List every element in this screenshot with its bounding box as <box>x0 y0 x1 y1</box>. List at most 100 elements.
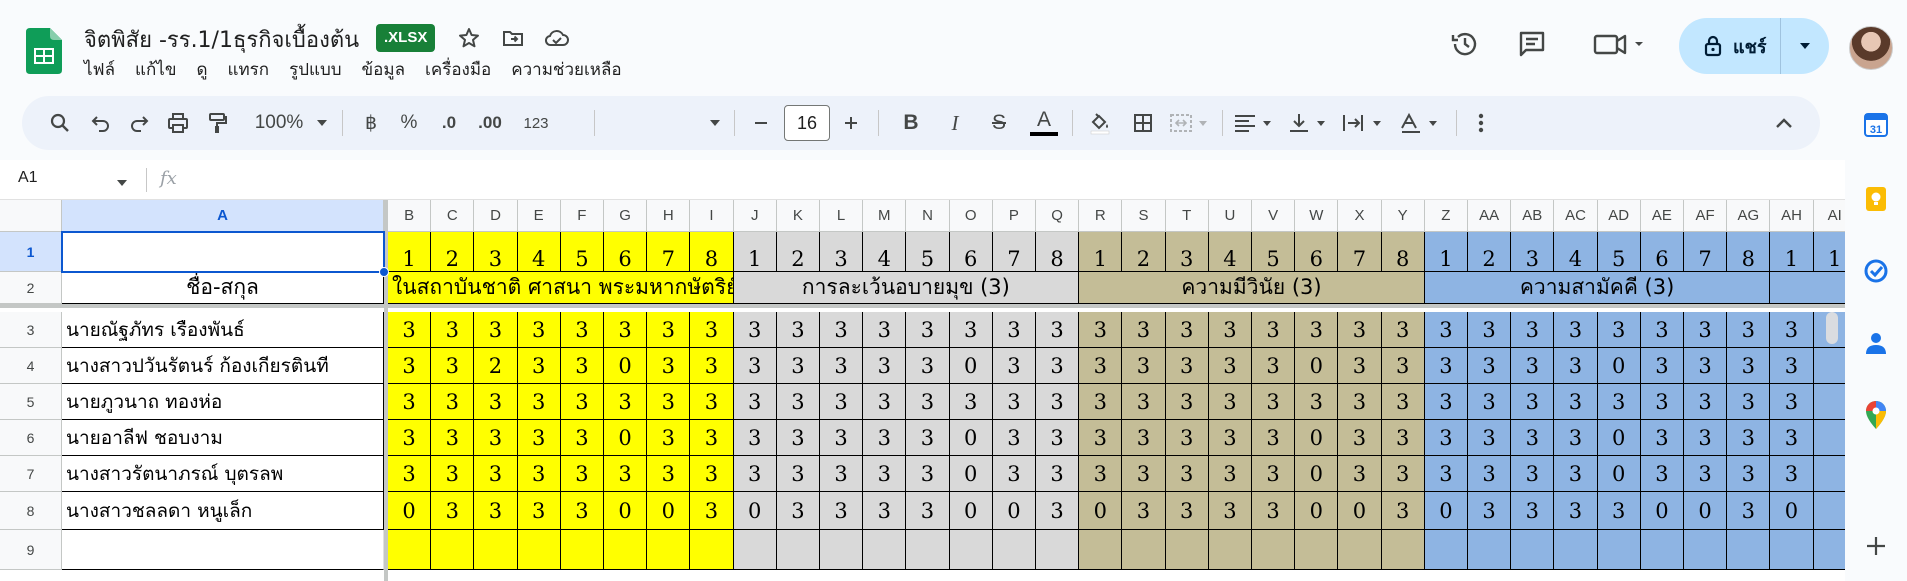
empty-cell[interactable] <box>474 530 518 570</box>
score-cell[interactable]: 3 <box>733 420 777 456</box>
score-cell[interactable]: 0 <box>647 492 691 530</box>
score-cell[interactable]: 3 <box>1640 348 1684 384</box>
number-cell[interactable]: 5 <box>1597 232 1641 272</box>
score-cell[interactable]: 3 <box>560 492 604 530</box>
number-cell[interactable]: 8 <box>1381 232 1425 272</box>
score-cell[interactable]: 3 <box>1122 492 1166 530</box>
score-cell[interactable]: 0 <box>1597 456 1641 492</box>
column-header[interactable]: Q <box>1036 200 1080 232</box>
score-cell[interactable]: 3 <box>1208 492 1252 530</box>
score-cell[interactable]: 3 <box>431 348 475 384</box>
score-cell[interactable]: 3 <box>1727 420 1771 456</box>
decrease-decimal-button[interactable]: .0 <box>432 96 466 150</box>
currency-format-button[interactable]: ฿ <box>354 96 388 150</box>
score-cell[interactable]: 3 <box>1424 384 1468 420</box>
score-cell[interactable]: 3 <box>1684 312 1728 348</box>
score-cell[interactable] <box>1813 456 1845 492</box>
cloud-saved-icon[interactable] <box>541 22 573 54</box>
score-cell[interactable]: 3 <box>1684 384 1728 420</box>
score-cell[interactable]: 3 <box>1511 348 1555 384</box>
number-cell[interactable]: 2 <box>431 232 475 272</box>
empty-cell[interactable] <box>1208 530 1252 570</box>
score-cell[interactable]: 3 <box>1511 492 1555 530</box>
score-cell[interactable]: 3 <box>776 384 820 420</box>
move-folder-icon[interactable] <box>497 22 529 54</box>
column-header[interactable]: U <box>1208 200 1252 232</box>
text-color-button[interactable]: A <box>1026 96 1062 150</box>
score-cell[interactable]: 3 <box>949 312 993 348</box>
score-cell[interactable]: 3 <box>1554 492 1598 530</box>
score-cell[interactable]: 3 <box>1036 384 1080 420</box>
score-cell[interactable]: 3 <box>604 384 648 420</box>
score-cell[interactable]: 3 <box>431 456 475 492</box>
empty-cell[interactable] <box>604 530 648 570</box>
number-cell[interactable]: 8 <box>1727 232 1771 272</box>
score-cell[interactable]: 3 <box>560 312 604 348</box>
score-cell[interactable]: 3 <box>776 492 820 530</box>
empty-cell[interactable] <box>1079 530 1123 570</box>
score-cell[interactable]: 3 <box>776 420 820 456</box>
zoom-select[interactable]: 100% <box>244 96 314 150</box>
empty-cell[interactable] <box>1597 530 1641 570</box>
score-cell[interactable]: 3 <box>1338 348 1382 384</box>
score-cell[interactable]: 3 <box>690 348 734 384</box>
collapse-toolbar-icon[interactable] <box>1766 96 1802 150</box>
empty-cell[interactable] <box>1770 530 1814 570</box>
score-cell[interactable]: 3 <box>820 312 864 348</box>
maps-icon[interactable] <box>1861 400 1891 430</box>
score-cell[interactable]: 3 <box>1727 312 1771 348</box>
menu-view[interactable]: ดู <box>196 56 217 83</box>
score-cell[interactable]: 3 <box>517 384 561 420</box>
score-cell[interactable]: 3 <box>733 348 777 384</box>
number-cell[interactable]: 6 <box>604 232 648 272</box>
score-cell[interactable]: 3 <box>388 420 432 456</box>
column-header[interactable]: Z <box>1424 200 1468 232</box>
column-header[interactable]: O <box>949 200 993 232</box>
column-header[interactable]: AA <box>1468 200 1512 232</box>
score-cell[interactable]: 3 <box>431 384 475 420</box>
empty-cell[interactable] <box>1511 530 1555 570</box>
score-cell[interactable]: 0 <box>1295 348 1339 384</box>
score-cell[interactable]: 3 <box>517 492 561 530</box>
empty-cell[interactable] <box>820 530 864 570</box>
empty-cell[interactable] <box>949 530 993 570</box>
score-cell[interactable]: 0 <box>733 492 777 530</box>
number-cell[interactable]: 1 <box>1813 232 1845 272</box>
score-cell[interactable]: 3 <box>1727 348 1771 384</box>
comments-icon[interactable] <box>1514 26 1550 62</box>
score-cell[interactable]: 3 <box>560 456 604 492</box>
number-cell[interactable]: 3 <box>474 232 518 272</box>
column-header[interactable]: AC <box>1554 200 1598 232</box>
score-cell[interactable]: 0 <box>1684 492 1728 530</box>
score-cell[interactable]: 3 <box>1640 420 1684 456</box>
score-cell[interactable]: 3 <box>560 348 604 384</box>
font-chevron-down-icon[interactable] <box>702 96 728 150</box>
score-cell[interactable]: 3 <box>474 384 518 420</box>
row-header[interactable]: 5 <box>0 384 62 420</box>
font-size-input[interactable]: 16 <box>784 105 830 141</box>
menu-file[interactable]: ไฟล์ <box>84 56 125 83</box>
score-cell[interactable]: 0 <box>604 492 648 530</box>
score-cell[interactable]: 3 <box>474 492 518 530</box>
number-cell[interactable]: 2 <box>1122 232 1166 272</box>
contacts-icon[interactable] <box>1861 328 1891 358</box>
column-header[interactable]: M <box>863 200 907 232</box>
score-cell[interactable]: 3 <box>1079 384 1123 420</box>
number-cell[interactable]: 6 <box>1295 232 1339 272</box>
score-cell[interactable]: 3 <box>560 384 604 420</box>
student-name-cell[interactable]: นางสาวปวันรัตนร์ ก้องเกียรตินที <box>62 348 384 384</box>
group-header[interactable]: ความมีวินัย (3) <box>1079 272 1425 304</box>
score-cell[interactable]: 3 <box>1468 348 1512 384</box>
score-cell[interactable]: 3 <box>690 420 734 456</box>
fill-color-icon[interactable] <box>1082 96 1118 150</box>
column-header[interactable]: H <box>647 200 691 232</box>
row-header[interactable]: 4 <box>0 348 62 384</box>
menu-format[interactable]: รูปแบบ <box>289 56 351 83</box>
tasks-icon[interactable] <box>1861 256 1891 286</box>
number-cell[interactable]: 4 <box>517 232 561 272</box>
italic-button[interactable]: I <box>938 96 972 150</box>
number-cell[interactable]: 3 <box>1511 232 1555 272</box>
empty-cell[interactable] <box>388 530 432 570</box>
name-box-chevron-down-icon[interactable] <box>116 172 128 191</box>
score-cell[interactable]: 3 <box>1122 348 1166 384</box>
